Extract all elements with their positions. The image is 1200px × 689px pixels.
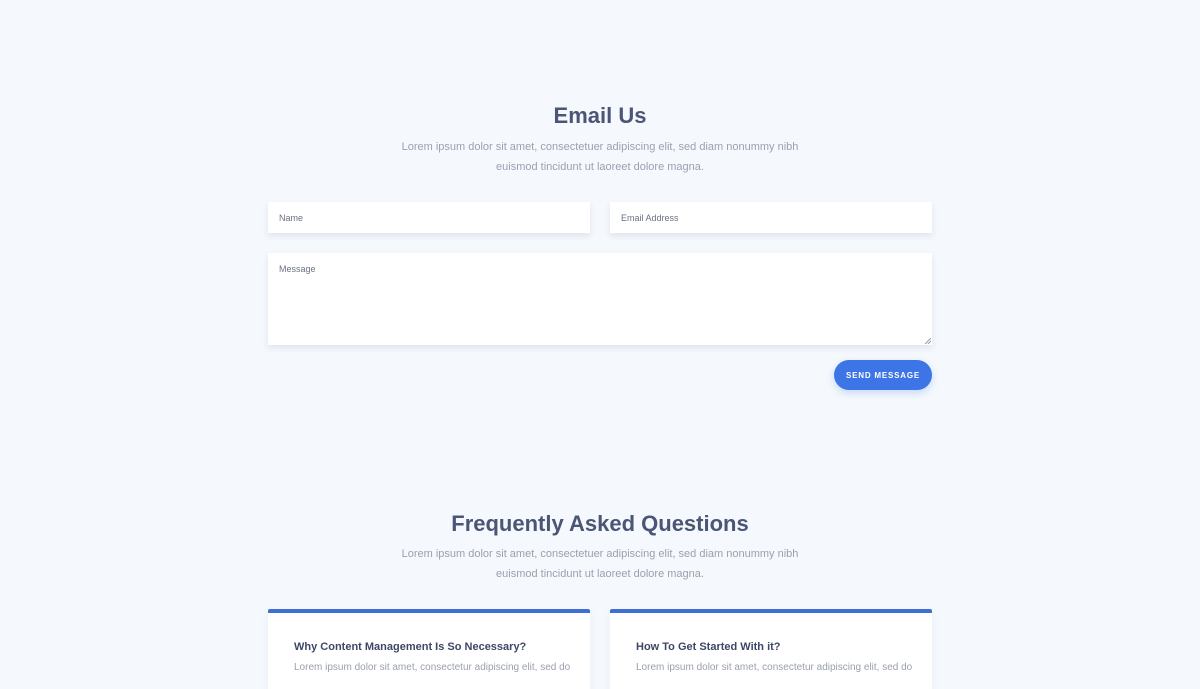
email-field-placeholder: Email Address — [621, 213, 679, 223]
message-field-placeholder: Message — [279, 264, 316, 274]
faq-question: Why Content Management Is So Necessary? — [294, 641, 527, 653]
faq-answer: Lorem ipsum dolor sit amet, consectetur … — [636, 662, 913, 673]
name-field[interactable]: Name — [268, 202, 590, 233]
send-message-button[interactable]: SEND MESSAGE — [834, 360, 932, 390]
faq-answer: Lorem ipsum dolor sit amet, consectetur … — [294, 662, 571, 673]
faq-section-description: Lorem ipsum dolor sit amet, consectetuer… — [390, 544, 810, 584]
faq-question: How To Get Started With it? — [636, 641, 781, 653]
faq-card[interactable]: How To Get Started With it? Lorem ipsum … — [610, 609, 932, 689]
email-description-line-1: Lorem ipsum dolor sit amet, consectetuer… — [401, 141, 799, 153]
faq-card[interactable]: Why Content Management Is So Necessary? … — [268, 609, 590, 689]
message-field[interactable]: Message — [268, 253, 932, 345]
faq-description-line-1: Lorem ipsum dolor sit amet, consectetuer… — [401, 548, 799, 560]
faq-section-title: Frequently Asked Questions — [451, 511, 749, 536]
resize-handle-icon[interactable] — [925, 338, 931, 344]
email-section-title: Email Us — [553, 103, 647, 128]
email-field[interactable]: Email Address — [610, 202, 932, 233]
email-description-line-2: euismod tincidunt ut laoreet dolore magn… — [496, 161, 704, 173]
name-field-placeholder: Name — [279, 213, 304, 223]
faq-description-line-2: euismod tincidunt ut laoreet dolore magn… — [496, 568, 704, 580]
email-section-description: Lorem ipsum dolor sit amet, consectetuer… — [390, 137, 810, 177]
